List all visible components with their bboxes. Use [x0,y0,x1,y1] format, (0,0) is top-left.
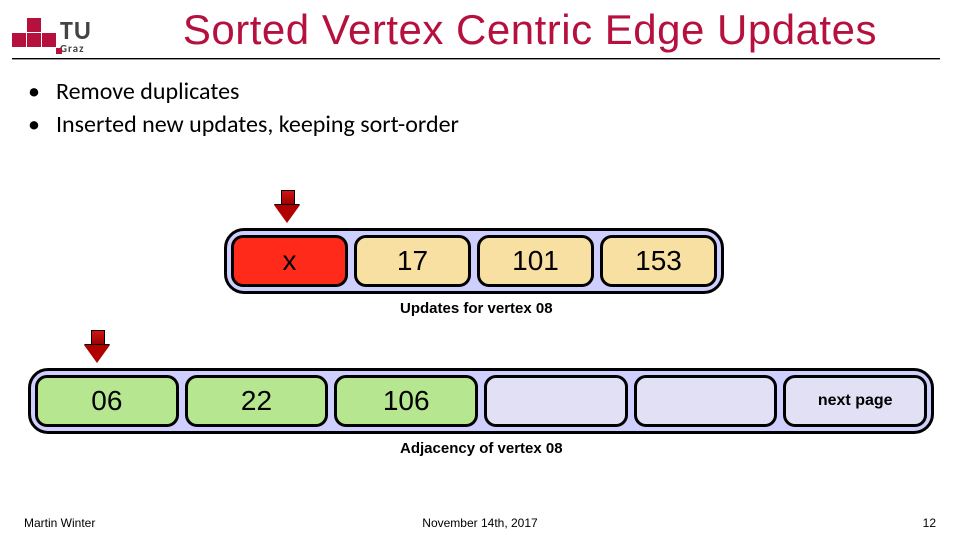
bullet-item: Inserted new updates, keeping sort-order [56,110,960,139]
logo-mark [12,18,56,54]
adjacency-cell-next-page: next page [783,375,927,427]
update-cell: 101 [477,235,594,287]
bullet-list: Remove duplicates Inserted new updates, … [56,77,960,139]
logo-tu: TU [60,17,92,43]
title-underline [12,58,940,59]
logo-text: TU Graz [60,17,92,54]
footer: Martin Winter November 14th, 2017 12 [0,512,960,540]
adjacency-row: 06 22 106 next page [28,368,934,434]
update-cell-deleted: x [231,235,348,287]
adjacency-caption: Adjacency of vertex 08 [400,440,563,457]
tu-graz-logo: TU Graz [12,17,92,54]
down-arrow-icon [84,330,110,364]
adjacency-cell: 06 [35,375,179,427]
slide-title: Sorted Vertex Centric Edge Updates [120,6,940,54]
footer-date: November 14th, 2017 [0,516,960,530]
header: TU Graz Sorted Vertex Centric Edge Updat… [0,0,960,54]
bullet-item: Remove duplicates [56,77,960,106]
updates-caption: Updates for vertex 08 [400,300,553,317]
adjacency-cell-empty [484,375,628,427]
down-arrow-icon [274,190,300,224]
updates-row: x 17 101 153 [224,228,724,294]
adjacency-cell: 106 [334,375,478,427]
slide: TU Graz Sorted Vertex Centric Edge Updat… [0,0,960,540]
update-cell: 17 [354,235,471,287]
adjacency-cell: 22 [185,375,329,427]
adjacency-cell-empty [634,375,778,427]
update-cell: 153 [600,235,717,287]
